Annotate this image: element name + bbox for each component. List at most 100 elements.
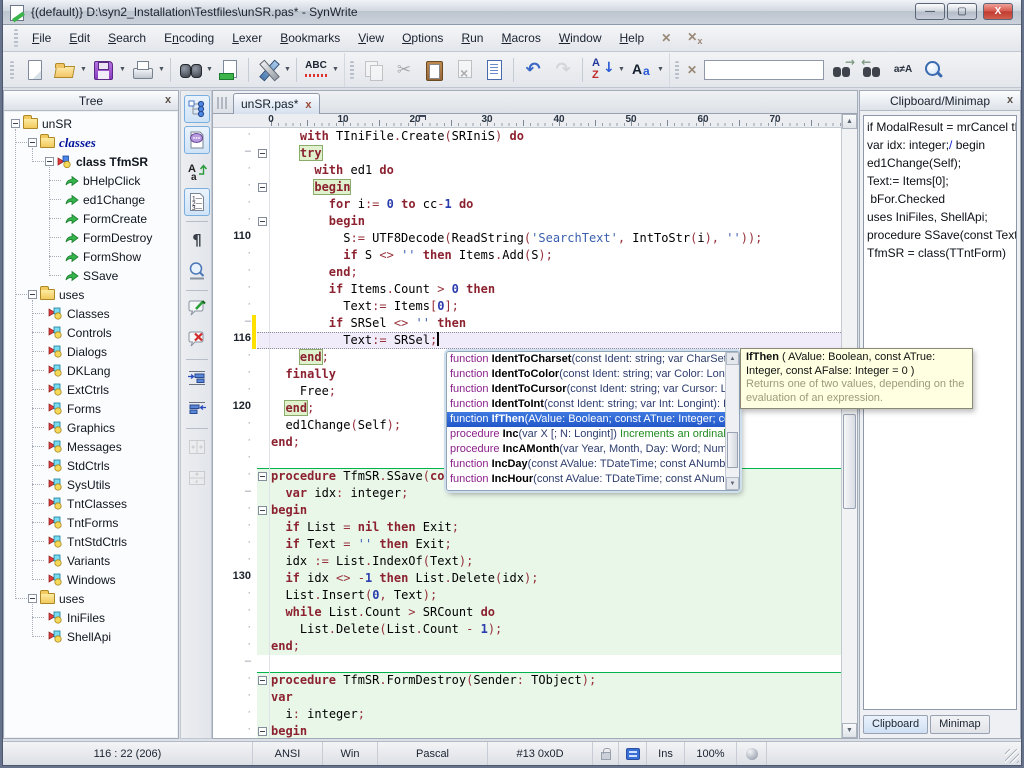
maximize-button[interactable]: ▢ xyxy=(947,3,977,20)
code-line[interactable]: · List.Delete(List.Count - 1); xyxy=(213,621,841,638)
autocomplete-item-inchour[interactable]: function IncHour(const AValue: TDateTime… xyxy=(447,472,739,487)
change-case-button-dropdown-icon[interactable]: ▼ xyxy=(656,55,665,85)
code-line[interactable]: – try xyxy=(213,145,841,162)
select-all-button[interactable] xyxy=(479,55,509,85)
tab-minimap[interactable]: Minimap xyxy=(930,715,990,734)
code-line[interactable]: – if SRSel <> '' then xyxy=(213,315,841,332)
autocomplete-list[interactable]: function IdentToCharset(const Ident: str… xyxy=(447,352,739,487)
save-file-button-dropdown-icon[interactable]: ▼ xyxy=(118,55,127,85)
menu-file[interactable]: File xyxy=(23,25,60,51)
non-printed-chars-button[interactable]: ¶ xyxy=(184,226,210,254)
sort-button-dropdown-icon[interactable]: ▼ xyxy=(617,55,626,85)
tabbar-grip[interactable] xyxy=(217,97,229,109)
tree-item-sysutils[interactable]: SysUtils xyxy=(5,475,177,494)
code-line[interactable]: · with TIniFile.Create(SRIniS) do xyxy=(213,128,841,145)
change-case-button[interactable]: Aa xyxy=(626,55,656,85)
tree-item-formdestroy[interactable]: FormDestroy xyxy=(5,228,177,247)
search-clear-icon[interactable]: ✕ xyxy=(684,63,700,77)
code-line[interactable]: · if S <> '' then Items.Add(S); xyxy=(213,247,841,264)
menu-options[interactable]: Options xyxy=(393,25,452,51)
editor-vertical-scrollbar[interactable]: ▲ ▼ xyxy=(841,114,857,738)
tools-button[interactable] xyxy=(253,55,283,85)
resize-grip[interactable] xyxy=(1005,749,1019,763)
clipboard-entry[interactable]: if ModalResult = mrCancel ther xyxy=(867,118,1016,136)
spell-check-button-dropdown-icon[interactable]: ▼ xyxy=(331,55,340,85)
code-tree-button[interactable] xyxy=(184,95,210,123)
collapse-icon[interactable] xyxy=(28,290,37,299)
autocomplete-item-identtocursor[interactable]: function IdentToCursor(const Ident: stri… xyxy=(447,382,739,397)
title-bar[interactable]: {(default)} D:\syn2_Installation\Testfil… xyxy=(3,0,1021,25)
clipboard-entry[interactable]: var idx: integer;/ begin xyxy=(867,136,1016,154)
menu-macros[interactable]: Macros xyxy=(492,25,549,51)
clipboard-entry[interactable]: ed1Change(Self); xyxy=(867,154,1016,172)
popup-scroll-down-icon[interactable]: ▼ xyxy=(726,477,739,490)
autocomplete-item-incamonth[interactable]: procedure IncAMonth(var Year, Month, Day… xyxy=(447,442,739,457)
new-file-button[interactable] xyxy=(19,55,49,85)
spell-check-button[interactable]: ABC xyxy=(301,55,331,85)
code-line[interactable]: · if List = nil then Exit; xyxy=(213,519,841,536)
autocomplete-item-identtoint[interactable]: function IdentToInt(const Ident: string;… xyxy=(447,397,739,412)
sort-button[interactable]: AZ↓ xyxy=(587,55,617,85)
code-line[interactable]: ·begin xyxy=(213,502,841,519)
menu-edit[interactable]: Edit xyxy=(60,25,99,51)
code-line[interactable]: · i: integer; xyxy=(213,706,841,723)
clipboard-panel-close-icon[interactable]: x xyxy=(1003,91,1017,109)
tree-item-class-tfmsr[interactable]: class TfmSR xyxy=(5,152,177,171)
tree-item-shellapi[interactable]: ShellApi xyxy=(5,627,177,646)
comments-panel-button[interactable] xyxy=(184,126,210,154)
tree-item-variants[interactable]: Variants xyxy=(5,551,177,570)
tree-item-formshow[interactable]: FormShow xyxy=(5,247,177,266)
tree-item-classes[interactable]: classes xyxy=(5,133,177,152)
match-case-button[interactable]: a≠A xyxy=(888,55,918,85)
menubar-grip[interactable] xyxy=(14,29,18,47)
tree-item-classes[interactable]: Classes xyxy=(5,304,177,323)
tab-close-icon[interactable]: x xyxy=(305,99,311,111)
autocomplete-item-ifthen[interactable]: function IfThen(AValue: Boolean; const A… xyxy=(447,412,739,427)
menu-search[interactable]: Search xyxy=(99,25,155,51)
tree-item-messages[interactable]: Messages xyxy=(5,437,177,456)
indent-button[interactable] xyxy=(184,364,210,392)
tree-item-formcreate[interactable]: FormCreate xyxy=(5,209,177,228)
popup-scroll-up-icon[interactable]: ▲ xyxy=(726,352,739,365)
clipboard-entry[interactable]: Text:= Items[0]; xyxy=(867,172,1016,190)
code-line[interactable]: · Text:= Items[0]; xyxy=(213,298,841,315)
code-line[interactable]: ·procedure TfmSR.FormDestroy(Sender: TOb… xyxy=(213,672,841,689)
tree-item-tntclasses[interactable]: TntClasses xyxy=(5,494,177,513)
open-file-button[interactable] xyxy=(49,55,79,85)
scrollbar-thumb[interactable] xyxy=(843,414,856,509)
tree-item-stdctrls[interactable]: StdCtrls xyxy=(5,456,177,475)
popup-scrollbar-thumb[interactable] xyxy=(727,432,738,468)
collapse-icon[interactable] xyxy=(28,594,37,603)
tree-item-ssave[interactable]: SSave xyxy=(5,266,177,285)
line-numbers-button[interactable]: 1—2—3— xyxy=(184,188,210,216)
collapse-icon[interactable] xyxy=(45,157,54,166)
tree-item-controls[interactable]: Controls xyxy=(5,323,177,342)
code-line[interactable]: · idx := List.IndexOf(Text); xyxy=(213,553,841,570)
tree-item-tntforms[interactable]: TntForms xyxy=(5,513,177,532)
goto-line-button[interactable] xyxy=(214,55,244,85)
fold-collapse-icon[interactable] xyxy=(258,506,267,515)
find-button-dropdown-icon[interactable]: ▼ xyxy=(205,55,214,85)
find-prev-button[interactable]: ← xyxy=(858,55,888,85)
close-file-icon[interactable]: ✕ xyxy=(653,31,679,45)
undo-button[interactable]: ↶ xyxy=(518,55,548,85)
minimize-button[interactable]: — xyxy=(915,3,945,20)
tree-item-forms[interactable]: Forms xyxy=(5,399,177,418)
print-button-dropdown-icon[interactable]: ▼ xyxy=(157,55,166,85)
menu-view[interactable]: View xyxy=(349,25,393,51)
tree-item-unsr[interactable]: unSR xyxy=(5,114,177,133)
remove-comment-button[interactable] xyxy=(184,326,210,354)
autocomplete-item-incday[interactable]: function IncDay(const AValue: TDateTime;… xyxy=(447,457,739,472)
code-line[interactable]: · begin xyxy=(213,213,841,230)
collapse-icon[interactable] xyxy=(28,138,37,147)
tab-clipboard[interactable]: Clipboard xyxy=(863,715,928,734)
tree-item-bhelpclick[interactable]: bHelpClick xyxy=(5,171,177,190)
open-file-button-dropdown-icon[interactable]: ▼ xyxy=(79,55,88,85)
code-line[interactable]: ·begin xyxy=(213,723,841,738)
tree-item-uses[interactable]: uses xyxy=(5,589,177,608)
tree-item-windows[interactable]: Windows xyxy=(5,570,177,589)
add-comment-button[interactable] xyxy=(184,295,210,323)
scroll-up-icon[interactable]: ▲ xyxy=(842,114,857,129)
fold-collapse-icon[interactable] xyxy=(258,727,267,736)
clipboard-history-list[interactable]: if ModalResult = mrCancel thervar idx: i… xyxy=(863,115,1017,710)
